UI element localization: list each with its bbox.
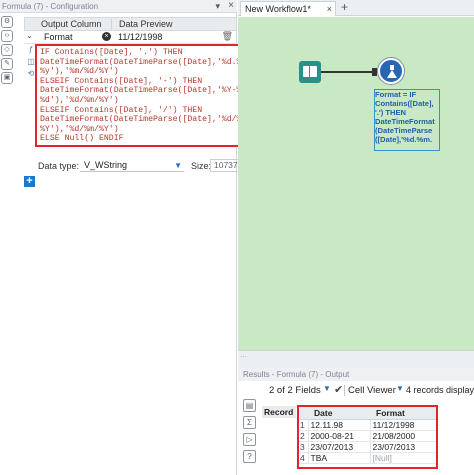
row-number: 4 [299, 452, 309, 464]
clear-icon[interactable]: × [102, 32, 111, 41]
row-number: 1 [299, 419, 309, 431]
formula-annotation: Format = IF Contains([Date], '.') THEN D… [375, 90, 435, 144]
toolbar-divider [344, 385, 345, 396]
row-number: 2 [299, 430, 309, 442]
workflow-canvas[interactable]: Format = IF Contains([Date], '.') THEN D… [238, 17, 474, 350]
size-label: Size: [191, 161, 212, 171]
results-title: Results - Formula (7) - Output [238, 368, 474, 381]
table-row[interactable]: 2 2000-08-21 21/08/2000 [299, 430, 436, 442]
table-row[interactable]: 4 TBA [Null] [299, 452, 436, 464]
format-cell[interactable]: 23/07/2013 [370, 441, 436, 453]
tab-new-workflow[interactable]: New Workflow1* × [240, 1, 336, 16]
results-table: Date Format 1 12.11.98 11/12/1998 2 2000… [297, 405, 438, 469]
formula-grid-header: Output Column Data Preview [24, 17, 237, 31]
tag-icon[interactable]: ▷ [243, 433, 256, 446]
output-field-name[interactable]: Format [44, 32, 73, 42]
table-row[interactable]: 1 12.11.98 11/12/1998 [299, 419, 436, 431]
connection-anchor [372, 68, 377, 76]
workflow-tabbar: New Workflow1* × + [238, 0, 474, 16]
close-icon[interactable]: × [228, 0, 234, 12]
flask-icon [387, 65, 397, 78]
date-cell[interactable]: 2000-08-21 [308, 430, 371, 442]
chevron-down-icon[interactable]: ▼ [174, 159, 182, 172]
data-type-row: Data type: V_WString ▼ Size: 1073741823 [38, 159, 266, 173]
help-icon[interactable]: ? [243, 450, 256, 463]
table-icon[interactable]: ▤ [243, 399, 256, 412]
config-side-toolbar: ⚙ ‹› ◇ ✎ ▣ [0, 14, 14, 94]
book-icon [303, 66, 317, 77]
check-icon[interactable]: ✔ [334, 383, 343, 396]
code-icon[interactable]: ‹› [1, 30, 13, 42]
fields-selector[interactable]: 2 of 2 Fields [269, 385, 321, 396]
record-header: Record [262, 406, 296, 418]
results-toolbar: 2 of 2 Fields ▼ ✔ Cell Viewer ▼ 4 record… [238, 383, 474, 398]
delete-icon[interactable]: 🗑 [222, 31, 233, 42]
chevron-down-icon[interactable]: ▼ [396, 384, 404, 393]
column-header-format[interactable]: Format [370, 407, 436, 420]
cell-viewer-selector[interactable]: Cell Viewer [348, 385, 396, 396]
input-tool-icon[interactable] [299, 61, 321, 83]
formula-row[interactable]: ⌄ Format × 11/12/1998 🗑 [24, 31, 237, 44]
row-number: 3 [299, 441, 309, 453]
add-formula-button[interactable]: + [24, 176, 35, 187]
tab-label: New Workflow1* [245, 4, 311, 14]
date-cell[interactable]: TBA [308, 452, 371, 464]
chevron-down-icon[interactable]: ▼ [323, 384, 331, 393]
format-cell[interactable]: 21/08/2000 [370, 430, 436, 442]
format-cell[interactable]: 11/12/1998 [370, 419, 436, 431]
tab-close-icon[interactable]: × [327, 2, 332, 16]
chevron-down-icon[interactable]: ⌄ [26, 31, 33, 40]
annotation-icon[interactable]: ✎ [1, 58, 13, 70]
table-row[interactable]: 3 23/07/2013 23/07/2013 [299, 441, 436, 453]
new-tab-button[interactable]: + [338, 1, 351, 15]
grip-icon: ⋯ [240, 354, 247, 361]
cube-icon[interactable]: ▣ [1, 72, 13, 84]
connection-line [321, 71, 375, 73]
data-type-label: Data type: [38, 161, 80, 171]
column-header-date[interactable]: Date [308, 407, 370, 420]
sum-icon[interactable]: Σ [243, 416, 256, 429]
pin-icon[interactable]: ▾ [215, 1, 220, 12]
date-cell[interactable]: 12.11.98 [308, 419, 371, 431]
data-type-select[interactable]: V_WString ▼ [80, 159, 184, 172]
tag-icon[interactable]: ◇ [1, 44, 13, 56]
header-divider [111, 19, 112, 31]
output-column-header: Output Column [41, 19, 102, 29]
settings-icon[interactable]: ⚙ [1, 16, 13, 28]
configuration-title: Formula (7) - Configuration [0, 0, 237, 13]
expression-editor[interactable]: IF Contains([Date], '.') THEN DateTimeFo… [35, 44, 242, 147]
data-preview-value: 11/12/1998 [118, 32, 163, 42]
data-preview-header: Data Preview [119, 19, 173, 29]
record-count: 4 records displayed [406, 385, 474, 395]
date-cell[interactable]: 23/07/2013 [308, 441, 371, 453]
format-cell[interactable]: [Null] [370, 452, 436, 464]
row-number-header [299, 407, 308, 420]
results-side-toolbar: ▤ Σ ▷ ? [243, 399, 260, 469]
formula-tool-icon[interactable] [378, 58, 404, 84]
data-type-value: V_WString [84, 160, 128, 170]
pane-splitter[interactable]: ⋯ [238, 350, 474, 368]
configuration-panel: Formula (7) - Configuration ▾ × ⚙ ‹› ◇ ✎… [0, 0, 266, 475]
